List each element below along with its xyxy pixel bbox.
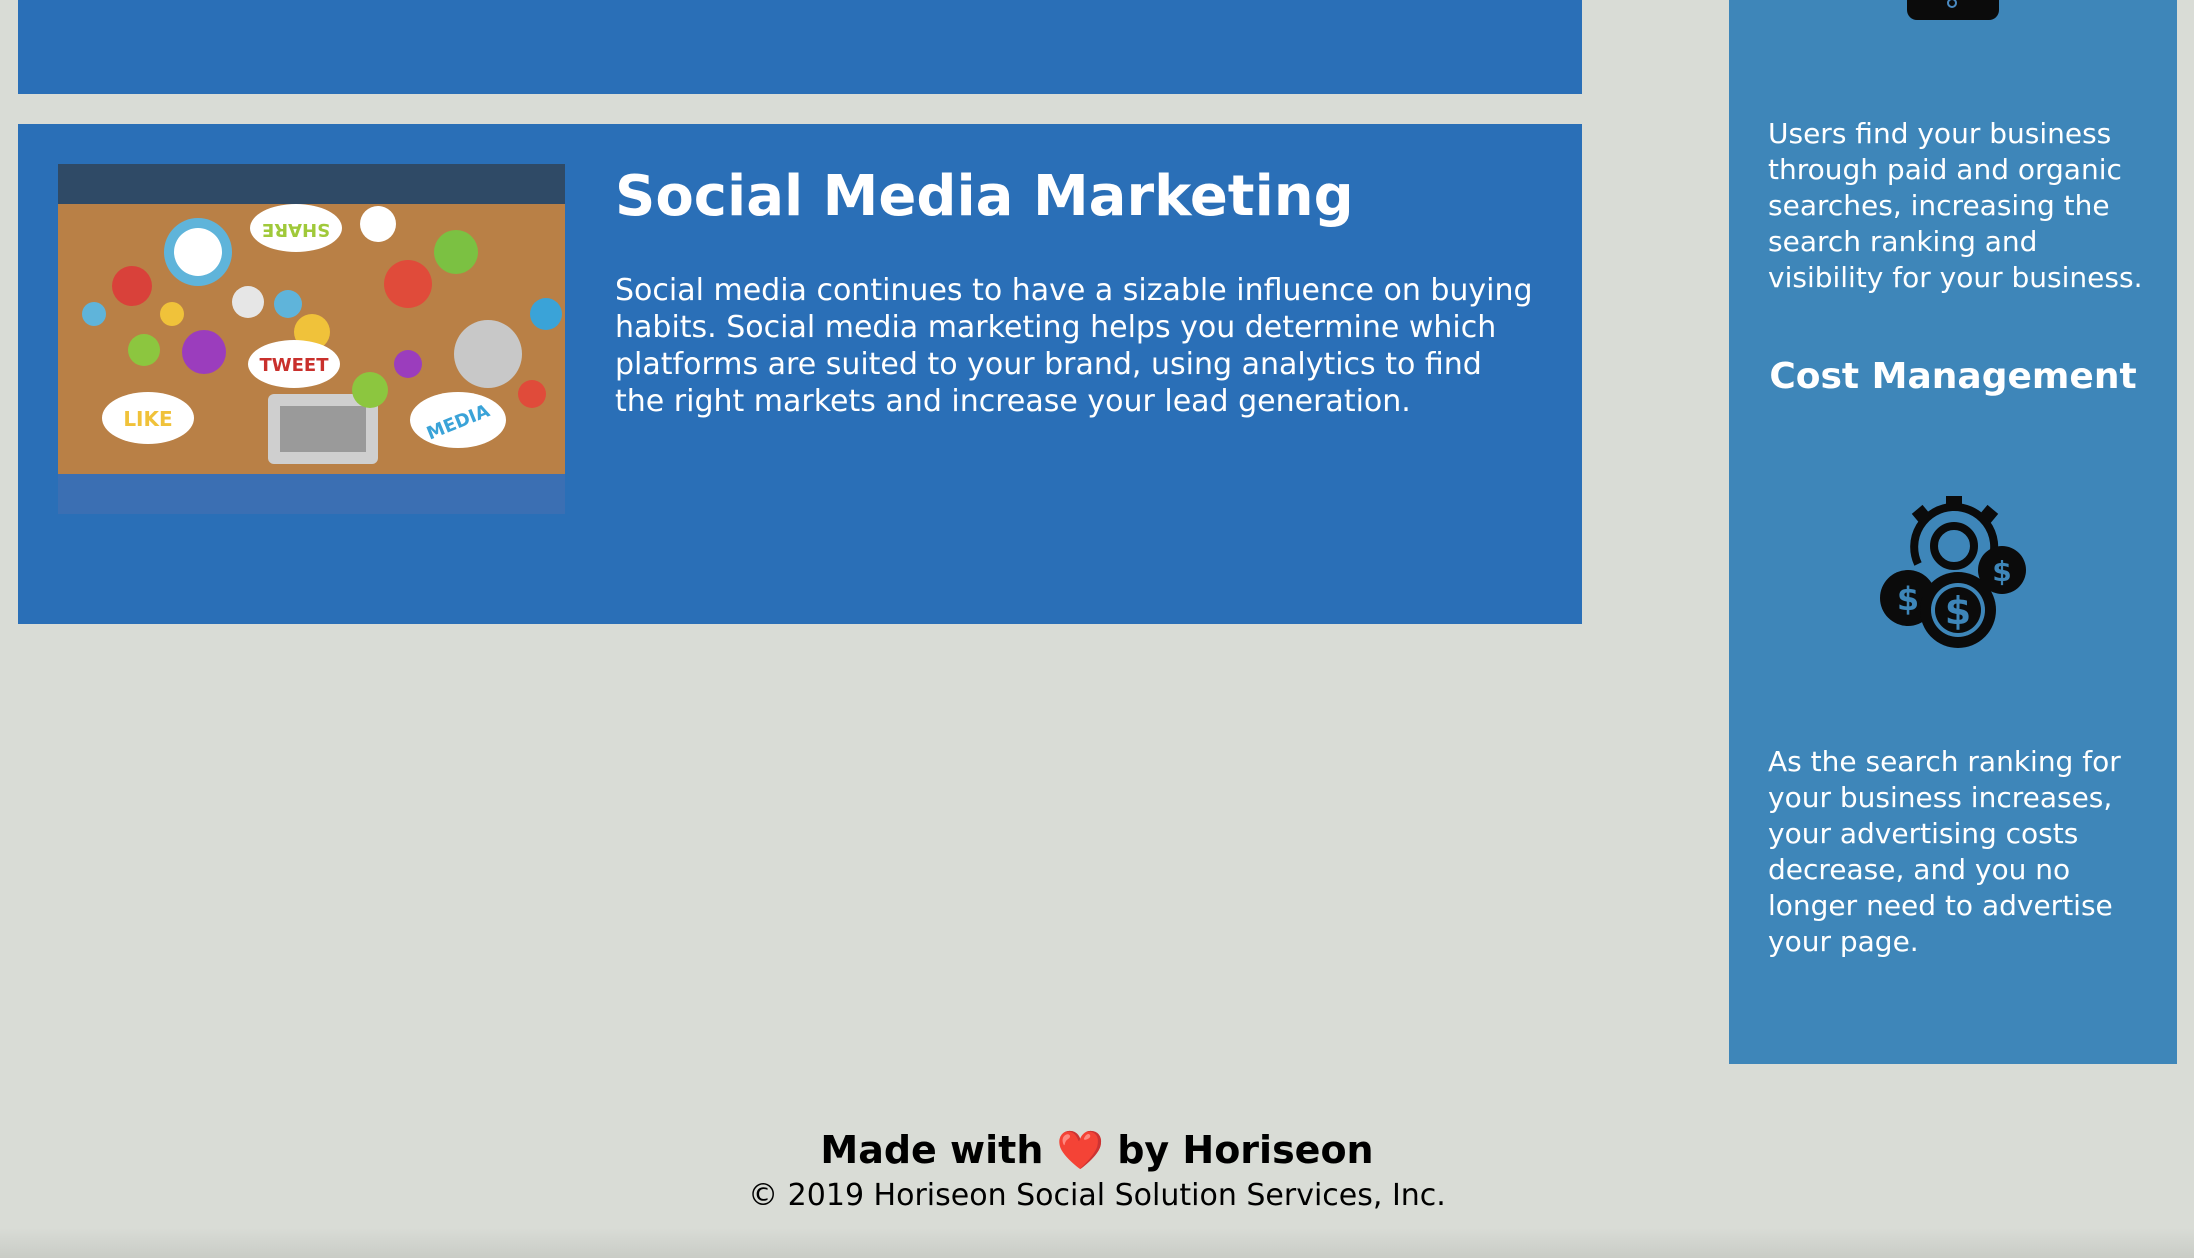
service-title: Social Media Marketing (615, 164, 1354, 229)
benefits-sidebar: Users find your business through paid an… (1729, 0, 2177, 1064)
tweet-bubble-text: TWEET (259, 355, 329, 376)
social-media-marketing-card: SHARE TWEET LIKE MEDIA Social Media Mark… (18, 124, 1582, 624)
benefit-description: Users find your business through paid an… (1768, 117, 2143, 294)
made-with-text: Made with (820, 1128, 1044, 1172)
collage-graphic: SHARE TWEET LIKE MEDIA (58, 164, 565, 514)
gear-dollar-coins-icon: $ $ $ (1874, 490, 2038, 654)
copyright: © 2019 Horiseon Social Solution Services… (748, 1178, 1446, 1213)
page: SHARE TWEET LIKE MEDIA Social Media Mark… (0, 0, 2194, 1258)
cost-management-description: As the search ranking for your business … (1768, 745, 2121, 958)
svg-text:$: $ (1897, 580, 1919, 618)
share-bubble-text: SHARE (262, 219, 330, 240)
social-media-collage-image: SHARE TWEET LIKE MEDIA (58, 164, 565, 514)
icon-ring (1947, 0, 1957, 8)
footer: Made with ❤️ by Horiseon © 2019 Horiseon… (0, 1122, 2194, 1258)
heart-icon: ❤️ (1056, 1128, 1104, 1172)
service-description: Social media continues to have a sizable… (615, 273, 1533, 419)
like-bubble-text: LIKE (123, 407, 172, 431)
made-with-line: Made with ❤️ by Horiseon (0, 1128, 2194, 1173)
dark-rounded-icon (1907, 0, 1999, 20)
cost-management-heading: Cost Management (1769, 356, 2137, 397)
previous-service-card (18, 0, 1582, 94)
by-horiseon-text: by Horiseon (1117, 1128, 1374, 1172)
svg-text:$: $ (1992, 555, 2011, 588)
svg-text:$: $ (1945, 589, 1971, 633)
